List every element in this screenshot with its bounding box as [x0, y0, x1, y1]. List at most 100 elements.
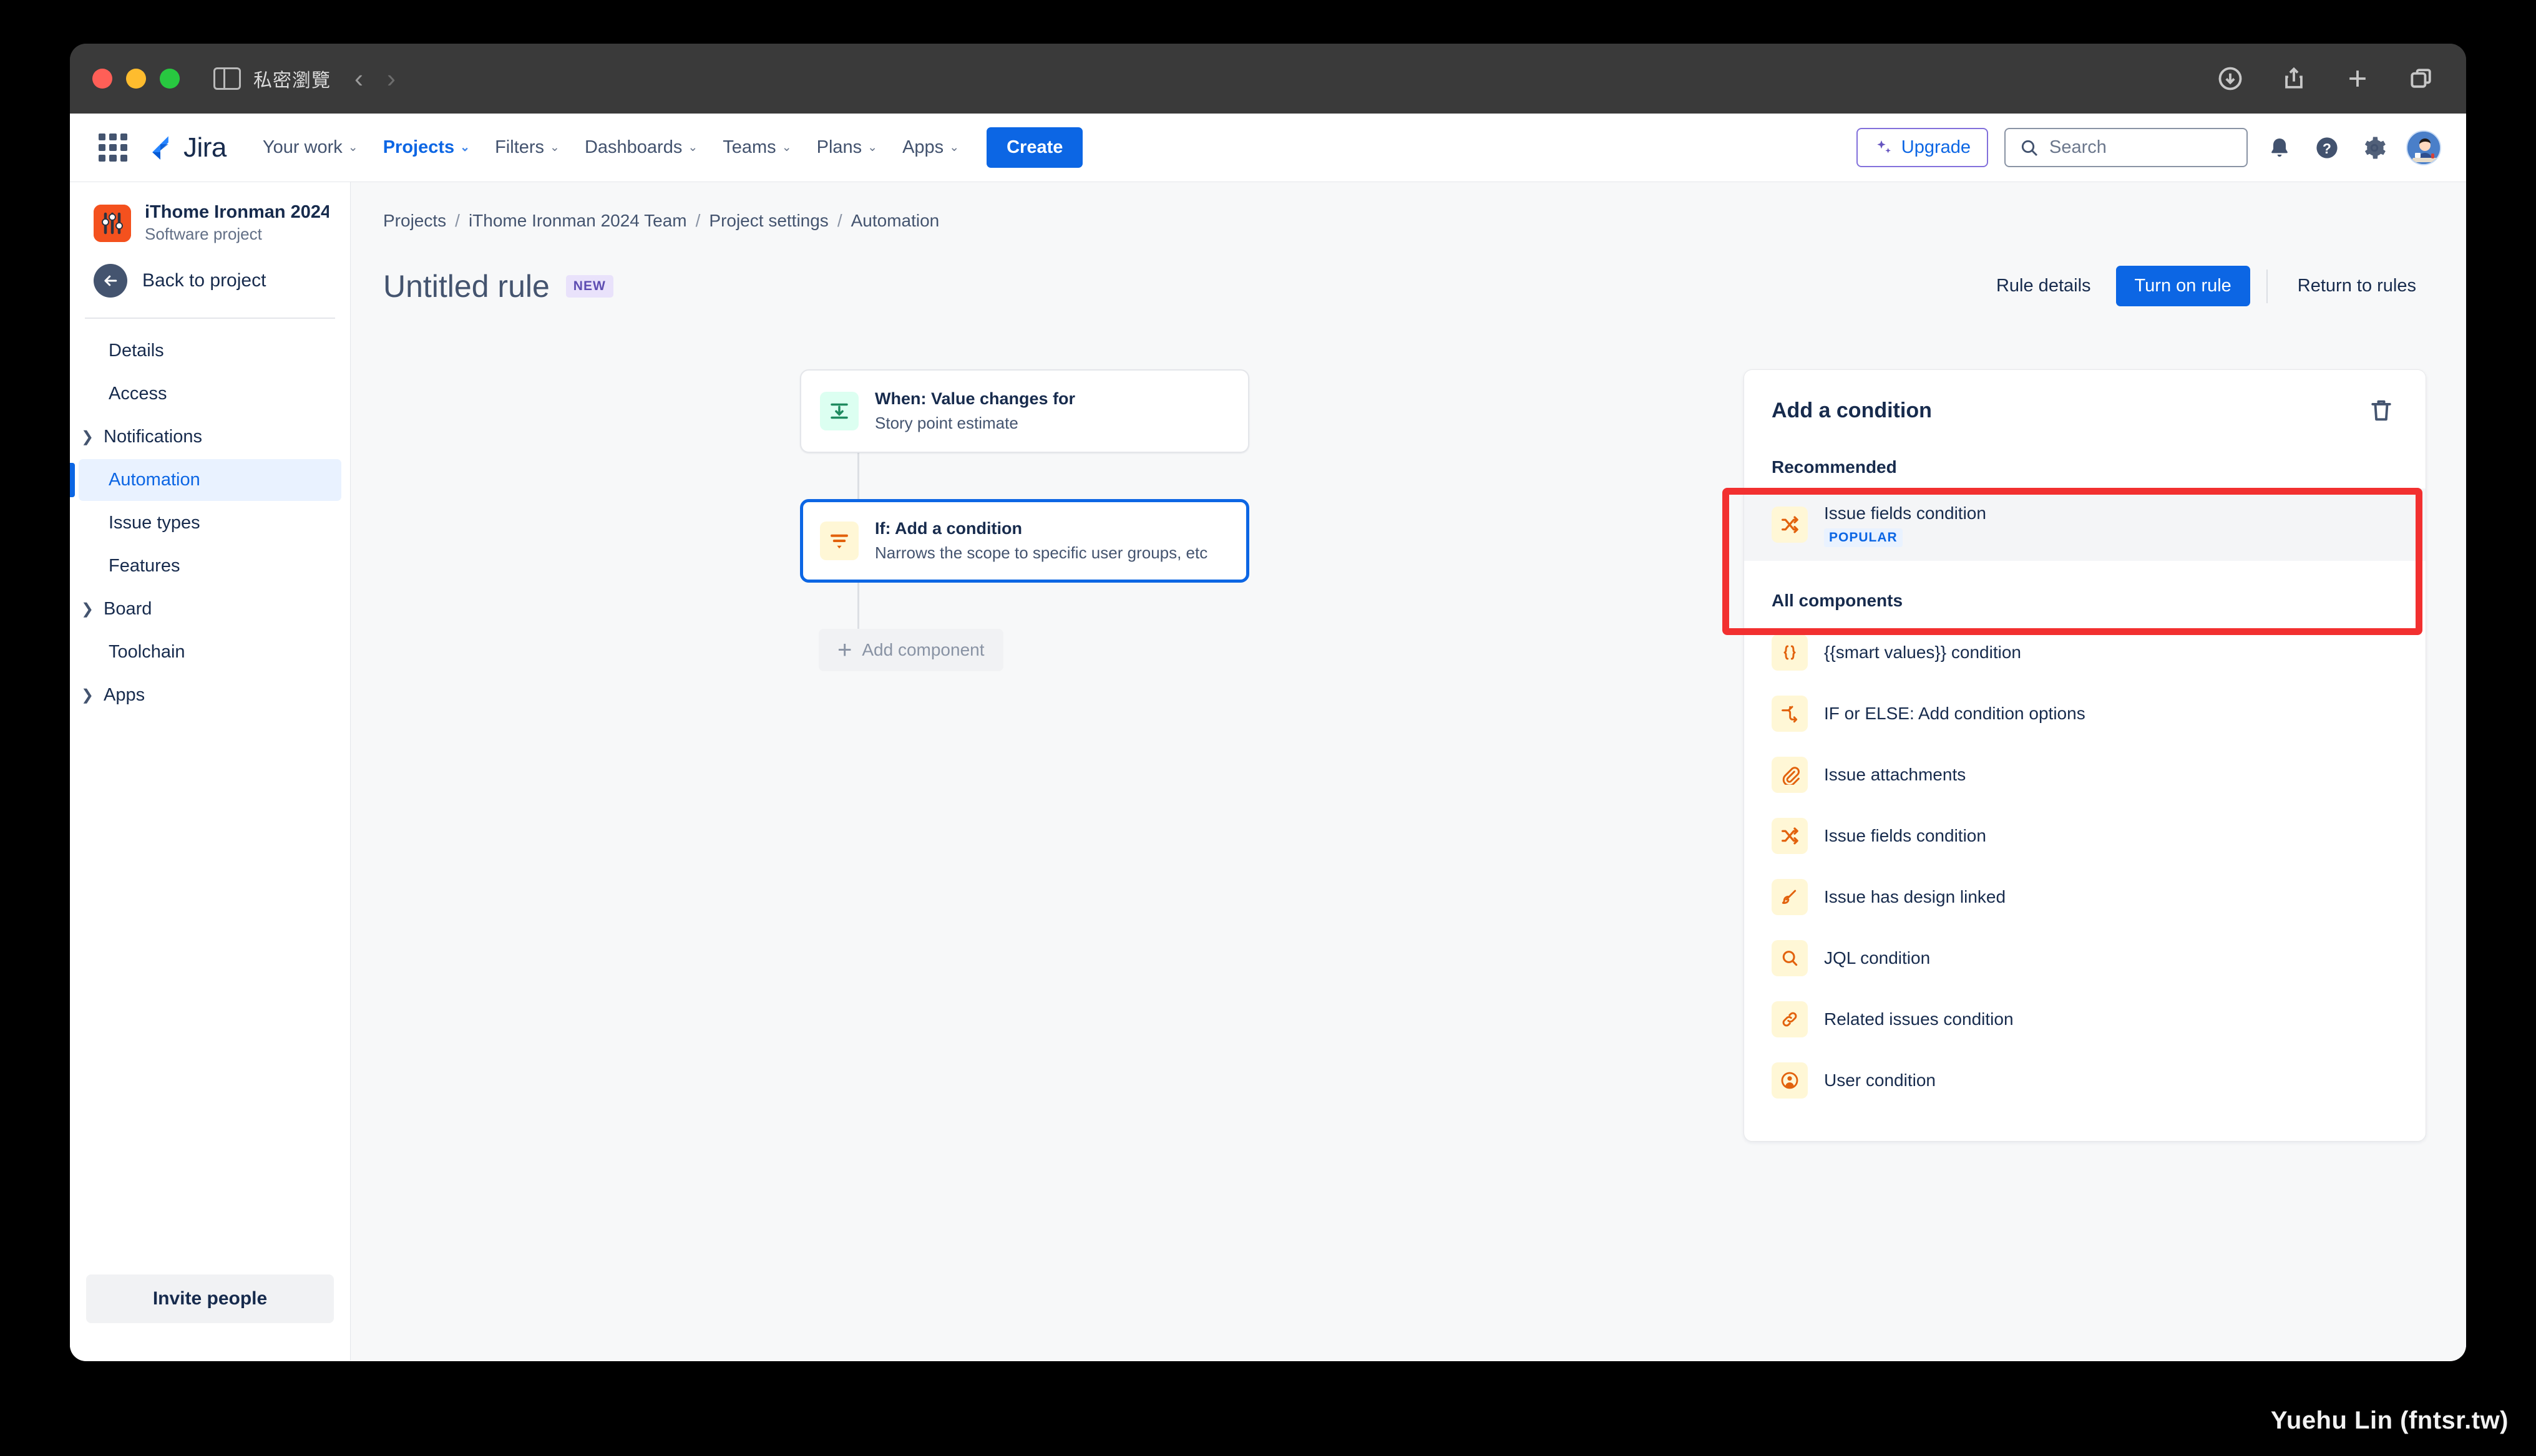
maximize-window-button[interactable]: [160, 69, 180, 89]
browser-back-button[interactable]: ‹: [354, 66, 363, 92]
component-item-issue-attachments[interactable]: Issue attachments: [1744, 744, 2426, 805]
rule-card-title: If: Add a condition: [875, 518, 1022, 538]
chevron-down-icon: ⌄: [688, 141, 698, 154]
sidebar-item-toolchain[interactable]: Toolchain: [79, 631, 341, 673]
chevron-down-icon: ⌄: [348, 141, 358, 154]
sidebar-item-label: Access: [109, 384, 167, 404]
jira-global-nav: Jira Your work ⌄ Projects ⌄ Filters ⌄ Da…: [70, 114, 2466, 182]
jira-logo[interactable]: Jira: [144, 132, 227, 164]
chevron-down-icon: ⌄: [867, 141, 878, 154]
component-item-jql-condition[interactable]: JQL condition: [1744, 928, 2426, 989]
downloads-icon[interactable]: [2217, 65, 2244, 92]
project-sidebar: iThome Ironman 2024 ... Software project…: [70, 182, 351, 1361]
nav-item-filters[interactable]: Filters ⌄: [484, 129, 571, 167]
breadcrumb-separator: /: [455, 211, 460, 230]
sidebar-item-features[interactable]: Features: [79, 545, 341, 587]
tab-overview-icon[interactable]: [2407, 65, 2435, 92]
shuffle-icon: [1772, 818, 1808, 855]
nav-item-label: Apps: [902, 137, 944, 157]
sidebar-item-label: Automation: [109, 470, 200, 490]
project-avatar-icon: [94, 204, 131, 242]
nav-item-plans[interactable]: Plans ⌄: [806, 129, 889, 167]
sidebar-item-label: Toolchain: [109, 642, 185, 662]
add-condition-panel: Add a condition Recommended Issue fields…: [1744, 369, 2426, 1142]
rule-canvas: When: Value changes for Story point esti…: [351, 369, 1699, 671]
component-item-label: Issue fields condition: [1824, 826, 1986, 846]
search-placeholder: Search: [2049, 137, 2107, 157]
jira-wordmark: Jira: [183, 132, 227, 163]
component-item-smart-values-condition[interactable]: {{smart values}} condition: [1744, 622, 2426, 683]
trash-icon[interactable]: [2364, 394, 2398, 427]
notifications-icon[interactable]: [2264, 132, 2295, 163]
page-header-row: Untitled rule NEW Rule details Turn on r…: [351, 231, 2466, 306]
upgrade-button-label: Upgrade: [1901, 137, 1971, 157]
paperclip-icon: [1772, 757, 1808, 794]
panel-title: Add a condition: [1772, 398, 1932, 422]
share-icon[interactable]: [2280, 65, 2308, 92]
new-tab-icon[interactable]: [2344, 65, 2371, 92]
breadcrumb-item-project-settings[interactable]: Project settings: [709, 211, 828, 231]
nav-item-teams[interactable]: Teams ⌄: [711, 129, 802, 167]
return-to-rules-button[interactable]: Return to rules: [2284, 266, 2430, 306]
component-item-user-condition[interactable]: User condition: [1744, 1050, 2426, 1111]
search-input[interactable]: Search: [2004, 128, 2248, 167]
nav-item-label: Filters: [495, 137, 545, 157]
braces-icon: [1772, 634, 1808, 671]
breadcrumb-item-projects[interactable]: Projects: [383, 211, 446, 231]
breadcrumb-item-automation[interactable]: Automation: [851, 211, 940, 231]
breadcrumb: Projects / iThome Ironman 2024 Team / Pr…: [351, 182, 2466, 231]
turn-on-rule-button[interactable]: Turn on rule: [2115, 266, 2250, 306]
sidebar-item-apps[interactable]: ❯ Apps: [79, 674, 341, 716]
component-item-label: Related issues condition: [1824, 1009, 2014, 1029]
nav-item-dashboards[interactable]: Dashboards ⌄: [573, 129, 709, 167]
component-item-label: Issue has design linked: [1824, 887, 2006, 907]
upgrade-button[interactable]: Upgrade: [1856, 128, 1988, 167]
add-component-label: Add component: [862, 639, 985, 659]
component-item-label: Issue attachments: [1824, 765, 1966, 785]
nav-item-apps[interactable]: Apps ⌄: [891, 129, 970, 167]
sidebar-item-details[interactable]: Details: [79, 330, 341, 372]
app-switcher-icon[interactable]: [99, 133, 127, 162]
component-item-issue-has-design-linked[interactable]: Issue has design linked: [1744, 866, 2426, 928]
sidebar-item-access[interactable]: Access: [79, 373, 341, 415]
settings-gear-icon[interactable]: [2359, 132, 2390, 163]
sidebar-item-notifications[interactable]: ❯ Notifications: [79, 416, 341, 458]
breadcrumb-item-team[interactable]: iThome Ironman 2024 Team: [469, 211, 687, 231]
add-component-button[interactable]: + Add component: [819, 628, 1003, 671]
component-item-if-or-else[interactable]: IF or ELSE: Add condition options: [1744, 683, 2426, 744]
component-item-issue-fields-condition[interactable]: Issue fields condition: [1744, 805, 2426, 866]
global-nav-right: Upgrade Search ?: [1856, 128, 2441, 167]
chevron-right-icon: ❯: [81, 429, 94, 445]
sidebar-item-label: Board: [104, 599, 152, 619]
back-to-project-button[interactable]: Back to project: [70, 250, 350, 311]
popular-badge: POPULAR: [1824, 528, 1903, 548]
sidebar-toggle-icon[interactable]: [213, 67, 241, 90]
svg-text:?: ?: [2323, 140, 2331, 156]
page-title[interactable]: Untitled rule: [383, 268, 550, 304]
rule-card-condition[interactable]: If: Add a condition Narrows the scope to…: [800, 498, 1249, 583]
sidebar-item-board[interactable]: ❯ Board: [79, 588, 341, 630]
browser-window: 私密瀏覽 ‹ › Jira Your work ⌄ Projects ⌄ Fil…: [70, 44, 2466, 1361]
help-icon[interactable]: ?: [2311, 132, 2343, 163]
rule-card-subtitle: Story point estimate: [875, 414, 1018, 433]
avatar[interactable]: [2406, 130, 2441, 165]
recommended-item-issue-fields-condition[interactable]: Issue fields condition POPULAR: [1744, 488, 2426, 561]
chevron-down-icon: ⌄: [781, 141, 792, 154]
rule-details-button[interactable]: Rule details: [1982, 266, 2105, 306]
component-item-label: User condition: [1824, 1070, 1936, 1090]
chevron-right-icon: ❯: [81, 601, 94, 618]
rule-card-trigger[interactable]: When: Value changes for Story point esti…: [800, 369, 1249, 453]
close-window-button[interactable]: [92, 69, 112, 89]
component-item-related-issues-condition[interactable]: Related issues condition: [1744, 989, 2426, 1050]
component-item-label: IF or ELSE: Add condition options: [1824, 704, 2085, 724]
browser-forward-button[interactable]: ›: [387, 66, 396, 92]
nav-item-projects[interactable]: Projects ⌄: [372, 129, 481, 167]
nav-item-your-work[interactable]: Your work ⌄: [251, 129, 369, 167]
invite-people-button[interactable]: Invite people: [86, 1274, 334, 1323]
rule-card-title: When: Value changes for: [875, 389, 1076, 408]
create-button[interactable]: Create: [987, 127, 1083, 168]
sidebar-item-automation[interactable]: Automation: [70, 459, 341, 501]
minimize-window-button[interactable]: [126, 69, 146, 89]
project-header[interactable]: iThome Ironman 2024 ... Software project: [70, 193, 350, 250]
sidebar-item-issue-types[interactable]: Issue types: [79, 502, 341, 544]
